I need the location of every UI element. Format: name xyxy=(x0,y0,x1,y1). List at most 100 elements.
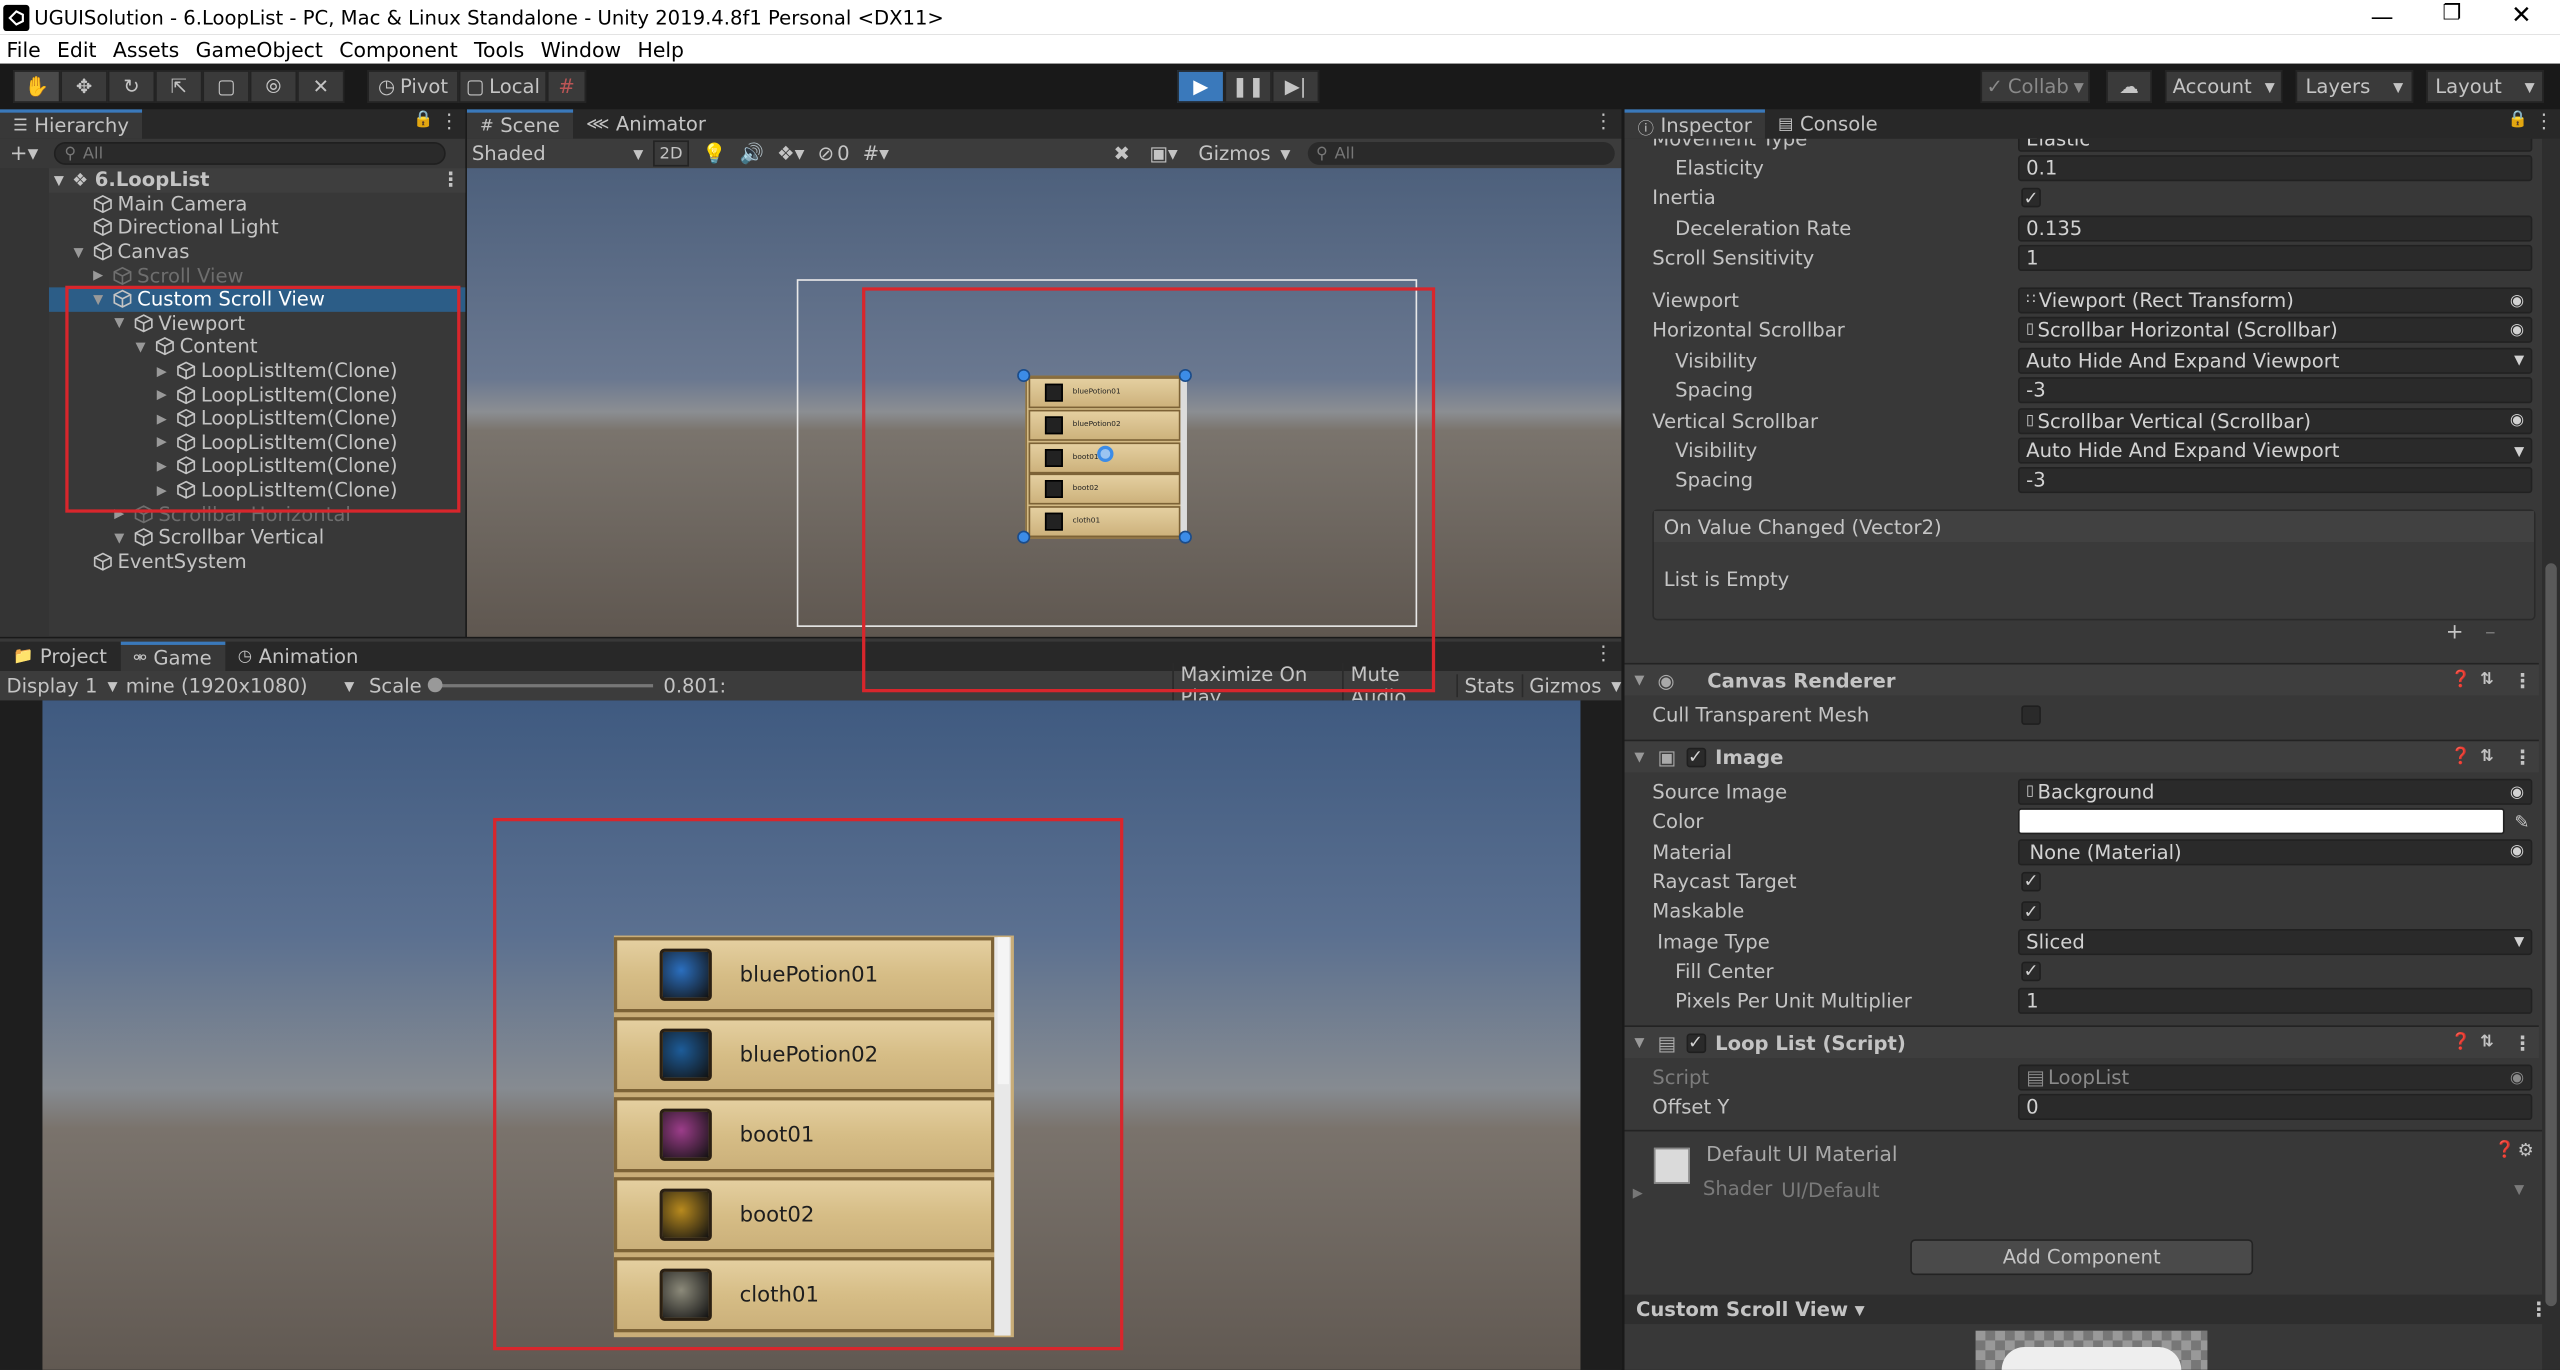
tab-project[interactable]: 📁 Project xyxy=(0,642,120,671)
menu-component[interactable]: Component xyxy=(339,37,457,61)
minimize-icon[interactable]: — xyxy=(2371,5,2394,31)
step-button[interactable]: ▶| xyxy=(1271,70,1320,103)
hierarchy-search-row: +▾ ⚲ All xyxy=(0,140,465,166)
hierarchy-search-input[interactable]: ⚲ All xyxy=(54,142,447,165)
tab-animator[interactable]: ⋘ Animator xyxy=(573,109,719,138)
tab-hierarchy[interactable]: ☰ Hierarchy xyxy=(0,109,143,139)
chevron-down-icon[interactable]: ▼ xyxy=(1611,678,1621,693)
resolution-dropdown[interactable]: mine (1920x1080) ▼ xyxy=(126,674,355,697)
tab-hierarchy-label: Hierarchy xyxy=(34,114,129,138)
gizmos-dropdown[interactable]: Gizmos ▼ xyxy=(1198,142,1290,165)
effects-icon[interactable]: ❖▾ xyxy=(777,142,804,165)
menu-help[interactable]: Help xyxy=(637,37,684,61)
kebab-menu-icon[interactable]: ⋮ xyxy=(439,109,459,132)
menu-file[interactable]: File xyxy=(7,37,41,61)
check-circle-icon: ✓ xyxy=(1986,75,2003,98)
transform-tool-icon[interactable]: ⦾ xyxy=(249,70,298,103)
layers-dropdown[interactable]: Layers ▼ xyxy=(2295,70,2414,103)
gameobject-cube-icon xyxy=(113,266,132,285)
custom-tool-icon[interactable]: ✕ xyxy=(297,70,345,103)
transform-tools: ✋ ✥ ↻ ⇱ ▢ ⦾ ✕ xyxy=(13,70,345,103)
move-tool-icon[interactable]: ✥ xyxy=(60,70,108,103)
close-icon[interactable]: ✕ xyxy=(2511,0,2532,29)
pivot-toggles: ◷ Pivot ▢ Local # xyxy=(367,70,587,103)
display-dropdown[interactable]: Display 1 ▼ xyxy=(7,674,118,697)
scene-search-input[interactable]: ⚲ All xyxy=(1307,142,1615,165)
collab-label: Collab xyxy=(2007,75,2069,98)
mode-2d-button[interactable]: 2D xyxy=(653,140,689,167)
hierarchy-item[interactable]: EventSystem xyxy=(0,550,465,574)
menu-assets[interactable]: Assets xyxy=(113,37,179,61)
stats-toggle[interactable]: Stats xyxy=(1456,674,1521,698)
highlight-scene xyxy=(862,287,1436,693)
hierarchy-scrollstrip xyxy=(0,168,49,637)
scale-tool-icon[interactable]: ⇱ xyxy=(155,70,203,103)
layout-label: Layout xyxy=(2435,75,2502,98)
hand-tool-icon[interactable]: ✋ xyxy=(13,70,61,103)
kebab-menu-icon[interactable]: ⋮ xyxy=(1594,109,1614,132)
pivot-button[interactable]: ◷ Pivot xyxy=(367,70,459,103)
scale-slider-thumb[interactable] xyxy=(428,677,443,693)
tools-icon[interactable]: ✖ xyxy=(1114,142,1130,165)
main-toolbar: ✋ ✥ ↻ ⇱ ▢ ⦾ ✕ ◷ Pivot ▢ Local # ▶ ❚❚ ▶| ✓ C… xyxy=(0,63,2560,110)
menu-edit[interactable]: Edit xyxy=(57,37,97,61)
scene-root-row[interactable]: ▼ ❖ 6.LoopList ⋮ xyxy=(0,168,466,192)
expand-arrow-icon[interactable]: ▼ xyxy=(73,244,93,259)
pivot-label: Pivot xyxy=(400,75,449,98)
menu-gameobject[interactable]: GameObject xyxy=(196,37,323,61)
shading-dropdown[interactable]: Shaded ▼ xyxy=(472,142,643,165)
window-title: UGUISolution - 6.LoopList - PC, Mac & Li… xyxy=(34,5,944,29)
rotate-tool-icon[interactable]: ↻ xyxy=(107,70,156,103)
tab-scene-label: Scene xyxy=(500,114,560,138)
scale-slider[interactable] xyxy=(428,677,654,693)
pivot-icon: ◷ xyxy=(377,75,396,98)
game-gizmos-toggle[interactable]: Gizmos xyxy=(1521,674,1608,698)
tab-game[interactable]: ⚮ Game xyxy=(120,641,225,672)
kebab-menu-icon[interactable]: ⋮ xyxy=(441,169,461,192)
inspector-scrollbar-thumb[interactable] xyxy=(2545,563,2557,1307)
inspector-scrollbar[interactable] xyxy=(2542,138,2560,1370)
hierarchy-item[interactable]: ▼ Canvas xyxy=(0,240,465,264)
hierarchy-item[interactable]: ▼ Scrollbar Vertical xyxy=(0,526,465,550)
tab-console-label: Console xyxy=(1799,112,1878,136)
account-dropdown[interactable]: Account ▼ xyxy=(2164,70,2283,103)
layers-label: Layers xyxy=(2305,75,2371,98)
layout-dropdown[interactable]: Layout ▼ xyxy=(2426,70,2544,103)
tab-console[interactable]: ▤ Console xyxy=(1765,109,1891,138)
menu-tools[interactable]: Tools xyxy=(474,37,524,61)
hidden-count: 0 xyxy=(837,142,850,165)
hierarchy-item[interactable]: Directional Light xyxy=(0,216,465,240)
play-controls: ▶ ❚❚ ▶| xyxy=(1177,70,1320,103)
display-label: Display 1 xyxy=(6,674,98,698)
local-button[interactable]: ▢ Local xyxy=(458,70,547,103)
tab-scene[interactable]: # Scene xyxy=(466,109,574,139)
expand-arrow-icon[interactable]: ▼ xyxy=(114,530,134,545)
kebab-menu-icon[interactable]: ⋮ xyxy=(1594,642,1614,665)
hierarchy-item[interactable]: Main Camera xyxy=(0,192,465,216)
tab-inspector[interactable]: ⓘ Inspector xyxy=(1624,109,1765,139)
camera-icon[interactable]: ▣▾ xyxy=(1149,142,1177,165)
lock-icon[interactable]: 🔒 xyxy=(2508,111,2528,129)
rect-tool-icon[interactable]: ▢ xyxy=(202,70,250,103)
gameobject-cube-icon xyxy=(93,218,112,237)
play-button[interactable]: ▶ xyxy=(1177,70,1225,103)
collab-dropdown[interactable]: ✓ Collab ▼ xyxy=(1980,70,2090,103)
snap-grid-icon[interactable]: # xyxy=(546,70,587,103)
hidden-objects-icon[interactable]: ⊘ xyxy=(817,142,833,165)
kebab-menu-icon[interactable]: ⋮ xyxy=(2534,109,2554,132)
pause-button[interactable]: ❚❚ xyxy=(1224,70,1272,103)
expand-arrow-icon[interactable]: ▶ xyxy=(93,268,113,283)
light-icon[interactable]: 💡 xyxy=(702,142,726,165)
audio-icon[interactable]: 🔊 xyxy=(740,142,764,165)
gizmos-label: Gizmos xyxy=(1198,142,1271,165)
hierarchy-item[interactable]: ▶ Scroll View xyxy=(0,264,465,288)
scene-tabbar: # Scene ⋘ Animator ⋮ xyxy=(466,109,1622,139)
add-icon[interactable]: +▾ xyxy=(10,141,38,165)
maximize-icon[interactable]: ❐ xyxy=(2443,2,2462,26)
folder-icon: 📁 xyxy=(13,647,34,666)
cloud-button[interactable]: ☁ xyxy=(2106,70,2152,103)
lock-icon[interactable]: 🔒 xyxy=(413,111,433,129)
menu-window[interactable]: Window xyxy=(541,37,621,61)
tab-animation[interactable]: ◷ Animation xyxy=(225,642,372,671)
grid-toggle-icon[interactable]: #▾ xyxy=(863,142,889,165)
